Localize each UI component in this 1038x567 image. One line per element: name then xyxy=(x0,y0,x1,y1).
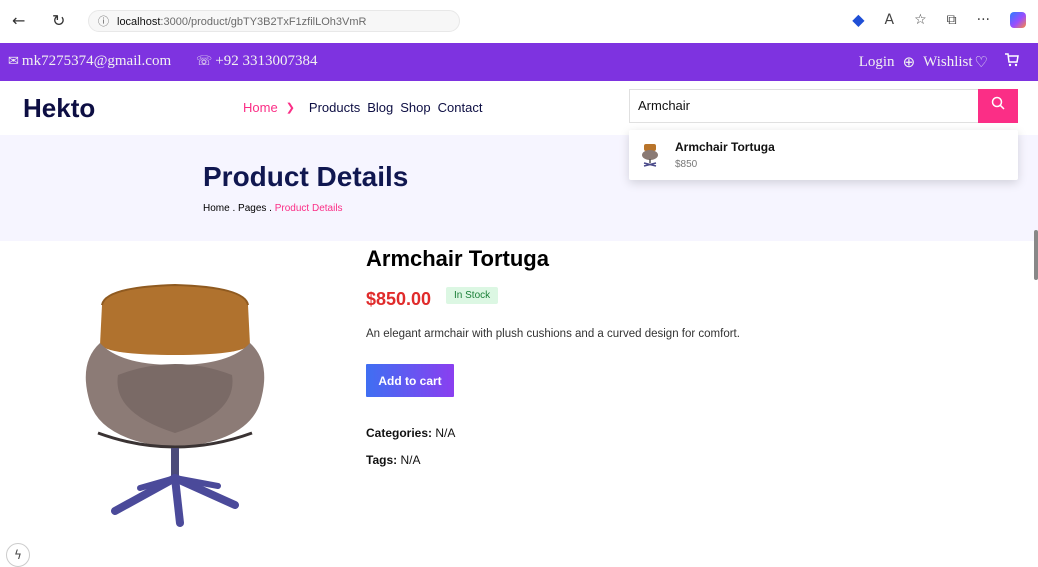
main-nav: Home ❯ Products Blog Shop Contact xyxy=(243,100,489,115)
chevron-down-icon[interactable]: ❯ xyxy=(286,101,295,114)
breadcrumb-separator: . xyxy=(266,203,275,214)
cart-icon[interactable] xyxy=(1004,52,1020,73)
mail-icon: ✉ xyxy=(8,53,19,68)
product-title: Armchair Tortuga xyxy=(366,246,549,271)
collections-icon[interactable]: ⧉ xyxy=(947,11,957,29)
favorite-icon[interactable]: ☆ xyxy=(914,11,927,29)
tags-value: N/A xyxy=(400,453,421,467)
login-link[interactable]: Login xyxy=(859,54,895,71)
categories-value: N/A xyxy=(435,426,456,440)
nav-contact[interactable]: Contact xyxy=(438,100,483,115)
page-scrollbar[interactable] xyxy=(1034,230,1038,280)
add-to-cart-button[interactable]: Add to cart xyxy=(366,364,454,397)
result-thumbnail xyxy=(642,144,658,167)
copilot-icon[interactable] xyxy=(1010,12,1026,28)
phone-contact: ☏ +92 3313007384 xyxy=(196,53,317,70)
account-links: Login ⊕ Wishlist ♡ xyxy=(859,52,1020,73)
page-title: Product Details xyxy=(203,161,409,192)
breadcrumb: Home . Pages . Product Details xyxy=(203,203,343,214)
refresh-icon[interactable]: ↻ xyxy=(52,11,65,31)
address-bar[interactable]: ⓘ localhost:3000/product/gbTY3B2TxF1zfil… xyxy=(88,10,460,32)
back-icon[interactable]: ← xyxy=(12,11,25,31)
nav-products[interactable]: Products xyxy=(309,100,360,115)
site-header: Hekto Home ❯ Products Blog Shop Contact … xyxy=(0,81,1038,135)
devtools-bolt-icon[interactable]: ϟ xyxy=(6,543,30,567)
breadcrumb-home[interactable]: Home xyxy=(203,203,230,214)
product-description: An elegant armchair with plush cushions … xyxy=(366,328,740,340)
product-price: $850.00 xyxy=(366,289,432,309)
stock-badge: In Stock xyxy=(446,287,499,304)
nav-blog[interactable]: Blog xyxy=(367,100,393,115)
url-path: :3000/product/gbTY3B2TxF1zfilLOh3VmR xyxy=(160,16,367,28)
tag-icon[interactable]: ◆ xyxy=(852,11,864,29)
breadcrumb-separator: . xyxy=(229,203,239,214)
phone-icon: ☏ xyxy=(196,53,213,68)
site-info-icon[interactable]: ⓘ xyxy=(98,11,109,33)
top-contact-bar: ✉ mk7275374@gmail.com ☏ +92 3313007384 Log… xyxy=(0,43,1038,81)
phone-text: +92 3313007384 xyxy=(215,53,318,69)
product-image xyxy=(85,283,265,527)
categories-label: Categories: xyxy=(366,426,433,440)
heart-icon[interactable]: ♡ xyxy=(975,53,988,72)
search-results-dropdown: Armchair Tortuga $850 xyxy=(629,130,1018,180)
result-price: $850 xyxy=(675,159,698,170)
browser-actions: ◆ A ☆ ⧉ ··· xyxy=(852,11,1026,29)
more-icon[interactable]: ··· xyxy=(977,11,990,29)
site-logo[interactable]: Hekto xyxy=(23,93,95,124)
email-contact: ✉ mk7275374@gmail.com xyxy=(8,53,171,70)
search-icon xyxy=(991,96,1005,110)
wishlist-link[interactable]: Wishlist xyxy=(923,54,972,71)
login-icon[interactable]: ⊕ xyxy=(903,53,916,72)
result-name: Armchair Tortuga xyxy=(675,140,775,154)
search-input[interactable]: Armchair xyxy=(629,89,978,123)
search-button[interactable] xyxy=(978,89,1018,123)
browser-toolbar: ← ↻ ⓘ localhost:3000/product/gbTY3B2TxF1… xyxy=(0,0,1038,44)
breadcrumb-pages[interactable]: Pages xyxy=(238,203,266,214)
url-host: localhost xyxy=(117,16,161,28)
tags-label: Tags: xyxy=(366,453,398,467)
cart-svg xyxy=(1005,53,1019,67)
product-tags: Tags: N/A xyxy=(366,453,420,467)
breadcrumb-current: Product Details xyxy=(274,203,343,214)
product-categories: Categories: N/A xyxy=(366,426,455,440)
read-aloud-icon[interactable]: A xyxy=(885,11,895,29)
nav-shop[interactable]: Shop xyxy=(400,100,430,115)
email-text: mk7275374@gmail.com xyxy=(21,53,172,69)
nav-home[interactable]: Home xyxy=(243,100,278,115)
